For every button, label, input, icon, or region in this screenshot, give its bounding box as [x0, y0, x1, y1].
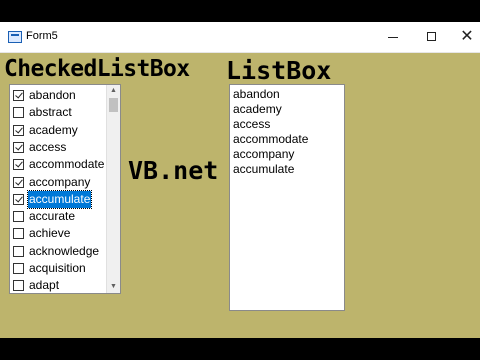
checked-list-item[interactable]: access [12, 139, 108, 156]
checked-list-item[interactable]: accommodate [12, 156, 108, 173]
checkedlistbox-heading: CheckedListBox [4, 56, 190, 82]
unchecked-checkbox-icon[interactable] [13, 280, 24, 292]
checked-list-item[interactable]: accompany [12, 174, 108, 191]
checked-checkbox-icon[interactable] [13, 124, 24, 136]
checked-list-item-label: abandon [29, 88, 76, 102]
checked-list-item-label: academy [29, 122, 78, 137]
title-bar: Form5 ✕ [0, 22, 480, 53]
checked-list-item[interactable]: acknowledge [12, 243, 108, 260]
list-item[interactable]: accumulate [233, 162, 294, 177]
scroll-up-icon[interactable]: ▲ [107, 85, 120, 97]
checked-list-item[interactable]: accurate [12, 208, 108, 225]
checked-list-item-label: adapt [29, 278, 60, 293]
unchecked-checkbox-icon[interactable] [13, 245, 24, 257]
checked-checkbox-icon[interactable] [13, 193, 24, 205]
checked-list-item-label: accommodate [29, 157, 105, 172]
checked-list-item-label: achieve [29, 226, 71, 241]
listbox-heading: ListBox [226, 56, 332, 85]
checked-list-item-label: abstract [29, 105, 72, 120]
list-item[interactable]: access [233, 117, 270, 132]
app-icon [8, 31, 22, 43]
checked-list-item-label: accurate [29, 209, 76, 224]
scroll-thumb[interactable] [109, 98, 118, 112]
maximize-button[interactable] [412, 22, 450, 52]
checked-list-item-label: accompany [29, 174, 91, 189]
window-title: Form5 [26, 30, 58, 42]
checked-checkbox-icon[interactable] [13, 141, 24, 153]
checked-list-item[interactable]: abandon [12, 87, 108, 104]
checked-list-item[interactable]: accumulate [12, 189, 108, 209]
checked-list-item-label: acquisition [29, 261, 86, 275]
unchecked-checkbox-icon[interactable] [13, 211, 24, 223]
checked-list-item[interactable]: adapt [12, 277, 108, 293]
close-button[interactable]: ✕ [448, 22, 480, 52]
list-item[interactable]: accompany [233, 147, 294, 162]
list-item[interactable]: academy [233, 102, 282, 117]
checked-checkbox-icon[interactable] [13, 176, 24, 188]
checked-list-item-label: acknowledge [29, 243, 100, 258]
video-top-bar [0, 0, 480, 20]
unchecked-checkbox-icon[interactable] [13, 228, 24, 240]
minimize-button[interactable] [374, 22, 412, 52]
checked-checkbox-icon[interactable] [13, 159, 24, 171]
form-window: Form5 ✕ CheckedListBox ListBox VB.net ad… [0, 22, 480, 338]
checked-list-item-label: access [29, 139, 67, 154]
checked-list-item[interactable]: abstract [12, 104, 108, 121]
checked-list-box[interactable]: adapt acquisition acknowledge achieve accura… [9, 84, 121, 294]
list-item[interactable]: abandon [233, 87, 280, 102]
checked-list-item[interactable]: achieve [12, 225, 108, 242]
checked-list-item-label: accumulate [26, 189, 93, 209]
unchecked-checkbox-icon[interactable] [13, 263, 24, 274]
checked-list-item[interactable]: academy [12, 122, 108, 139]
list-item[interactable]: accommodate [233, 132, 308, 147]
scroll-down-icon[interactable]: ▼ [107, 281, 120, 293]
unchecked-checkbox-icon[interactable] [13, 107, 24, 119]
vbnet-label: VB.net [128, 156, 219, 185]
checked-list-item[interactable]: acquisition [12, 260, 108, 277]
vertical-scrollbar[interactable]: ▲ ▼ [106, 85, 120, 293]
list-box[interactable]: abandon academy access accommodate accompany… [229, 84, 345, 311]
checked-checkbox-icon[interactable] [13, 90, 24, 101]
